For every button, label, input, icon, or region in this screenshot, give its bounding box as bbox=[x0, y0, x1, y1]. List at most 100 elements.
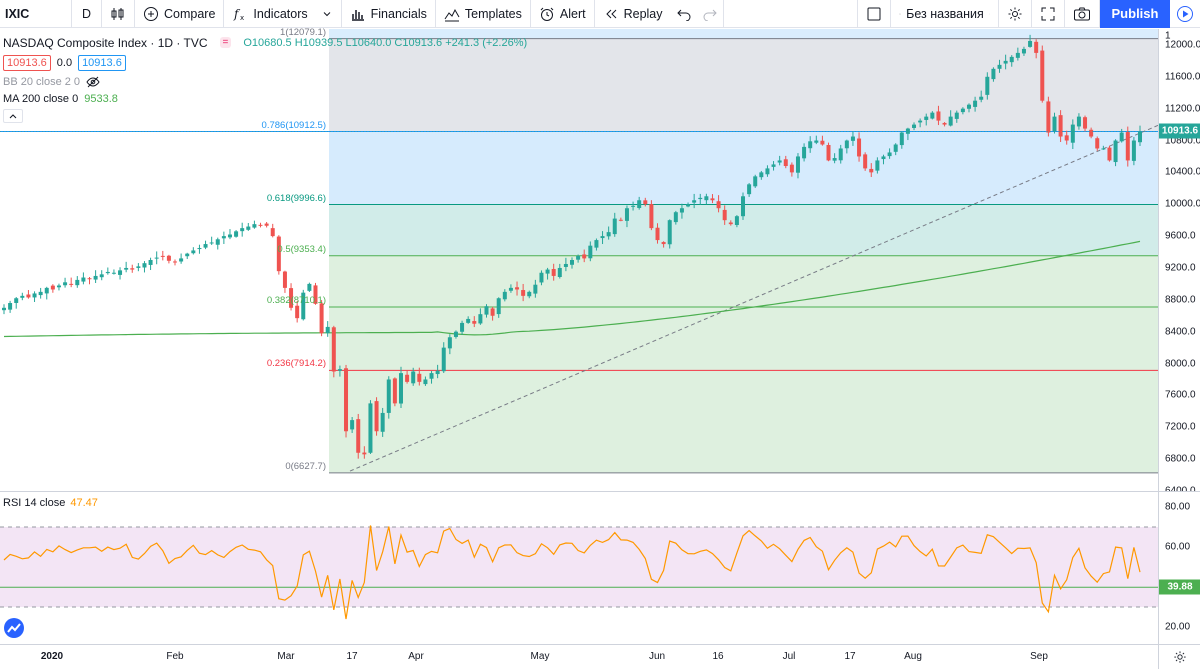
time-tick: 16 bbox=[712, 651, 724, 662]
layout-name-button[interactable]: Без названия bbox=[891, 0, 999, 28]
function-icon: fx bbox=[233, 7, 244, 22]
time-tick: May bbox=[530, 651, 550, 662]
candles-icon bbox=[111, 7, 124, 20]
redo-button[interactable] bbox=[697, 0, 724, 28]
rsi-label[interactable]: RSI 14 close bbox=[3, 497, 65, 509]
collapse-legend-button[interactable] bbox=[3, 109, 23, 123]
candle bbox=[331, 325, 336, 378]
publish-button[interactable]: Publish bbox=[1100, 0, 1170, 28]
time-tick: 17 bbox=[844, 651, 856, 662]
play-button[interactable] bbox=[1170, 0, 1200, 28]
cloud-icon bbox=[899, 12, 902, 15]
bid-ask-row: 10913.6 0.0 10913.6 bbox=[3, 54, 527, 72]
bar-chart-icon bbox=[351, 9, 364, 21]
candle bbox=[81, 272, 86, 285]
replay-button[interactable]: Replay bbox=[595, 0, 671, 28]
candle bbox=[185, 252, 190, 260]
candle bbox=[374, 397, 379, 436]
compare-label: Compare bbox=[164, 6, 216, 21]
layout-checkbox[interactable] bbox=[857, 0, 891, 28]
price-axis[interactable]: 12000.0 11600.0 11200.0 10800.0 10400.0 10000… bbox=[1158, 29, 1200, 497]
fib-level-label: 0.5(9353.4) bbox=[277, 243, 326, 255]
candle bbox=[75, 276, 80, 288]
price-tick: 7600.0 bbox=[1165, 389, 1196, 401]
alert-button[interactable]: Alert bbox=[531, 0, 595, 28]
candle bbox=[32, 291, 37, 302]
current-price-tag: 10913.6 bbox=[1159, 123, 1200, 139]
candle bbox=[386, 376, 391, 419]
chart-legend: NASDAQ Composite Index · 1D · TVC = O106… bbox=[3, 35, 527, 123]
rsi-pane[interactable] bbox=[0, 492, 1158, 644]
alert-label: Alert bbox=[559, 6, 586, 21]
candle bbox=[14, 296, 19, 309]
price-tick: 9200.0 bbox=[1165, 262, 1196, 274]
publish-label: Publish bbox=[1111, 6, 1159, 21]
tradingview-logo-icon[interactable] bbox=[4, 618, 24, 638]
candle bbox=[118, 267, 123, 280]
fib-level-label: 0.236(7914.2) bbox=[266, 358, 326, 370]
price-tick: 8000.0 bbox=[1165, 358, 1196, 370]
ask-price[interactable]: 10913.6 bbox=[78, 55, 126, 71]
rsi-zone bbox=[0, 527, 1158, 607]
time-tick: 2020 bbox=[40, 651, 64, 662]
replay-label: Replay bbox=[623, 6, 663, 21]
candle bbox=[38, 287, 43, 299]
candle bbox=[649, 200, 654, 231]
time-axis[interactable]: 2020 Feb Mar 17 Apr May Jun 16 Jul 17 Aug Sep bbox=[0, 644, 1158, 669]
rsi-current-tag: 39.88 bbox=[1159, 579, 1200, 595]
candle bbox=[1040, 45, 1045, 103]
chevron-up-icon bbox=[9, 114, 17, 119]
undo-button[interactable] bbox=[671, 0, 697, 28]
candle bbox=[234, 230, 239, 238]
price-tick-partial: 1 bbox=[1165, 30, 1171, 42]
candle bbox=[50, 284, 55, 293]
candle bbox=[20, 292, 25, 301]
rsi-axis[interactable]: 80.00 60.00 20.00 39.88 bbox=[1158, 492, 1200, 644]
fullscreen-button[interactable] bbox=[1032, 0, 1065, 28]
undo-icon bbox=[676, 9, 691, 21]
ma-indicator-label: MA 200 close 0 bbox=[3, 92, 79, 105]
axis-settings-button[interactable] bbox=[1158, 644, 1200, 669]
bid-price[interactable]: 10913.6 bbox=[3, 55, 51, 71]
candle bbox=[2, 304, 6, 315]
settings-button[interactable] bbox=[999, 0, 1032, 28]
spread-value: 0.0 bbox=[56, 57, 73, 69]
chevron-down-icon bbox=[323, 11, 330, 16]
ma-indicator-row[interactable]: MA 200 close 0 9533.8 bbox=[3, 91, 527, 106]
interval-button[interactable]: D bbox=[72, 0, 102, 28]
candle bbox=[215, 237, 220, 250]
candle bbox=[246, 222, 251, 231]
chart-type-button[interactable] bbox=[102, 0, 135, 28]
candle bbox=[356, 413, 361, 459]
candle bbox=[276, 235, 281, 275]
fib-zone bbox=[329, 370, 1158, 473]
rsi-tick: 80.00 bbox=[1165, 501, 1191, 513]
compare-button[interactable]: Compare bbox=[135, 0, 225, 28]
snapshot-button[interactable] bbox=[1065, 0, 1100, 28]
symbol-search[interactable]: IXIC bbox=[0, 0, 72, 28]
candle bbox=[99, 270, 104, 281]
chevron-down-icon bbox=[989, 13, 990, 14]
time-tick: Feb bbox=[166, 651, 184, 662]
templates-button[interactable]: Templates bbox=[436, 0, 531, 28]
candle bbox=[56, 283, 61, 291]
indicators-button[interactable]: fx Indicators bbox=[224, 0, 342, 28]
bb-indicator-label: BB 20 close 2 0 bbox=[3, 75, 81, 88]
candle bbox=[136, 263, 141, 272]
financials-button[interactable]: Financials bbox=[342, 0, 436, 28]
candle bbox=[252, 220, 257, 229]
candle bbox=[63, 277, 68, 288]
rewind-icon bbox=[605, 9, 616, 18]
bb-indicator-row[interactable]: BB 20 close 2 0 bbox=[3, 74, 527, 89]
camera-icon bbox=[1074, 7, 1090, 20]
interval-text: D bbox=[81, 6, 92, 21]
price-tick: 11200.0 bbox=[1165, 103, 1200, 115]
alarm-clock-icon bbox=[540, 7, 554, 21]
candle bbox=[282, 270, 287, 293]
instrument-title[interactable]: NASDAQ Composite Index · 1D · TVC bbox=[3, 36, 208, 50]
square-icon bbox=[867, 7, 881, 20]
market-status-badge[interactable]: = bbox=[219, 37, 232, 48]
candle bbox=[753, 174, 758, 188]
eye-hidden-icon[interactable] bbox=[86, 76, 100, 88]
price-tick: 8400.0 bbox=[1165, 326, 1196, 338]
